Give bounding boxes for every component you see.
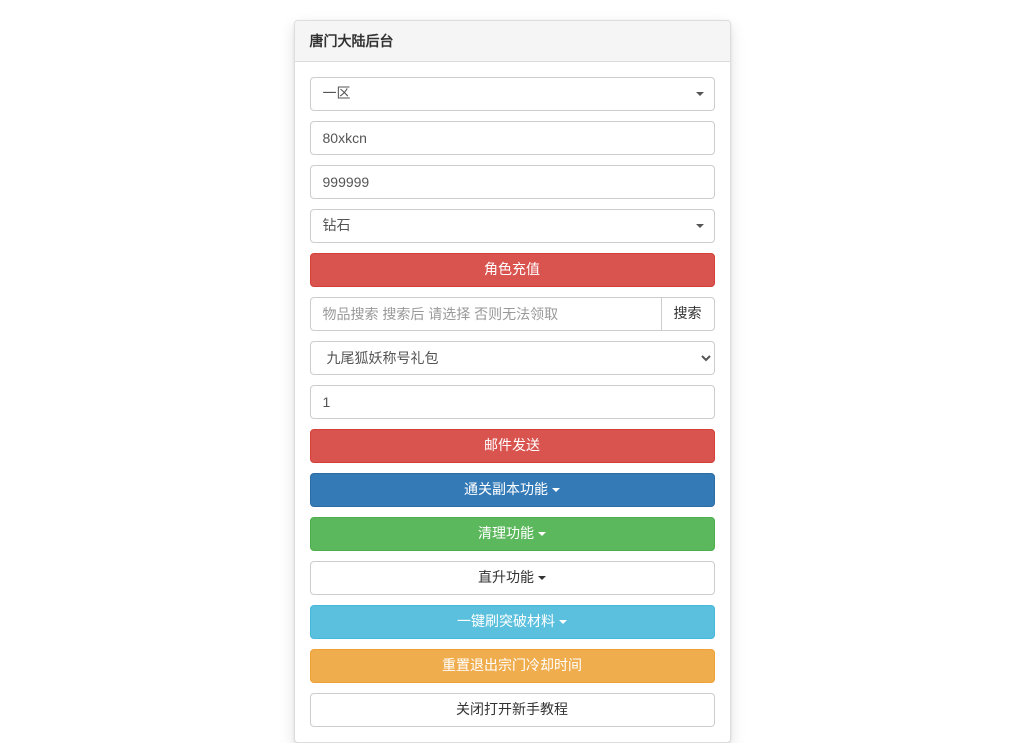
item-search-input[interactable] (310, 297, 662, 331)
breakthrough-button[interactable]: 一键刷突破材料 (310, 605, 715, 639)
chevron-down-icon (552, 488, 560, 492)
dungeon-clear-label: 通关副本功能 (464, 481, 548, 497)
dungeon-clear-button[interactable]: 通关副本功能 (310, 473, 715, 507)
chevron-down-icon (538, 532, 546, 536)
item-select[interactable]: 九尾狐妖称号礼包 (310, 341, 715, 375)
admin-panel: 唐门大陆后台 一区 钻石 角色充值 搜索 九尾狐妖称号礼包 邮件发送 通关副本功… (294, 20, 731, 743)
breakthrough-label: 一键刷突破材料 (457, 613, 555, 629)
server-select-label: 一区 (323, 85, 351, 101)
server-select[interactable]: 一区 (310, 77, 715, 111)
panel-title: 唐门大陆后台 (295, 21, 730, 62)
panel-body: 一区 钻石 角色充值 搜索 九尾狐妖称号礼包 邮件发送 通关副本功能 清理功能 (295, 62, 730, 742)
chevron-down-icon (559, 620, 567, 624)
amount-input[interactable] (310, 165, 715, 199)
cleanup-button[interactable]: 清理功能 (310, 517, 715, 551)
chevron-down-icon (696, 216, 704, 236)
quantity-input[interactable] (310, 385, 715, 419)
currency-select-label: 钻石 (323, 217, 351, 233)
search-button[interactable]: 搜索 (661, 297, 715, 331)
tutorial-toggle-button[interactable]: 关闭打开新手教程 (310, 693, 715, 727)
currency-select[interactable]: 钻石 (310, 209, 715, 243)
item-search-group: 搜索 (310, 297, 715, 331)
chevron-down-icon (696, 84, 704, 104)
recharge-button[interactable]: 角色充值 (310, 253, 715, 287)
sect-cooldown-button[interactable]: 重置退出宗门冷却时间 (310, 649, 715, 683)
mail-send-button[interactable]: 邮件发送 (310, 429, 715, 463)
chevron-down-icon (538, 576, 546, 580)
levelup-label: 直升功能 (478, 569, 534, 585)
account-input[interactable] (310, 121, 715, 155)
levelup-button[interactable]: 直升功能 (310, 561, 715, 595)
cleanup-label: 清理功能 (478, 525, 534, 541)
